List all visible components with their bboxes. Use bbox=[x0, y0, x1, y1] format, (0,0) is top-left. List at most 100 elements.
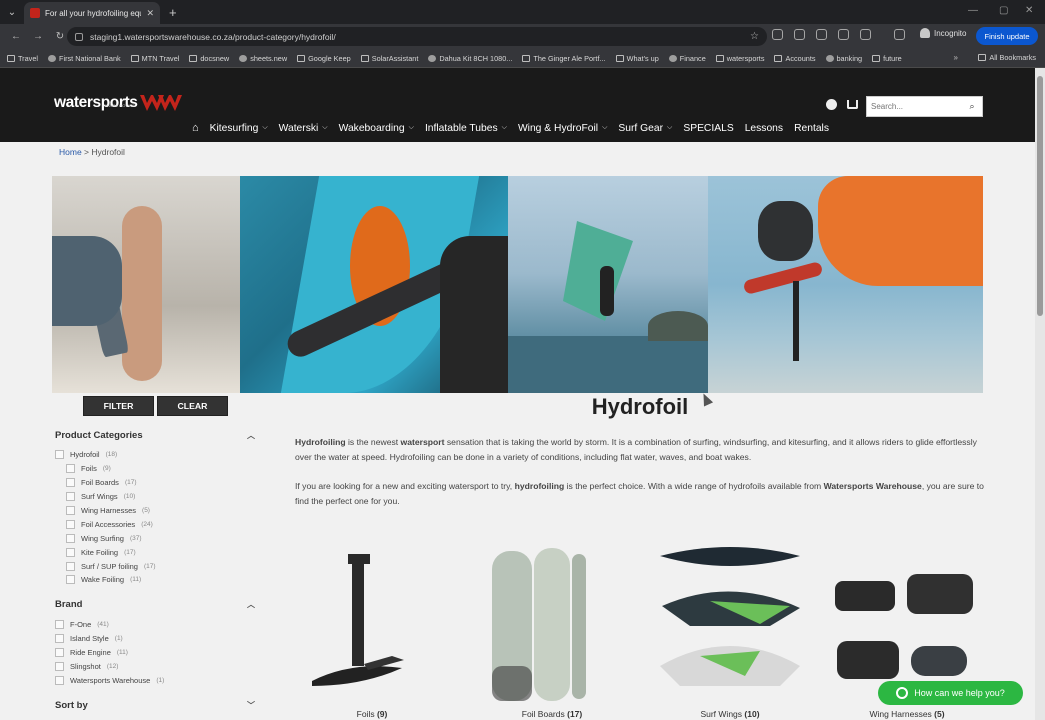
nav-item-specials[interactable]: SPECIALS bbox=[683, 123, 733, 134]
checkbox[interactable] bbox=[66, 575, 75, 585]
checkbox[interactable] bbox=[55, 450, 64, 460]
chevron-up-icon[interactable]: ︿ bbox=[247, 430, 255, 441]
nav-item-surf-gear[interactable]: Surf Gear ⌵ bbox=[618, 123, 672, 134]
maximize-icon[interactable]: ▢ bbox=[999, 5, 1008, 16]
minimize-icon[interactable]: — bbox=[968, 5, 978, 16]
filter-checkbox-row[interactable]: Wing Harnesses (5) bbox=[55, 504, 255, 518]
nav-item-waterski[interactable]: Waterski ⌵ bbox=[279, 123, 328, 134]
bookmark-item[interactable]: Travel bbox=[7, 54, 38, 63]
bookmark-item[interactable]: The Ginger Ale Portf... bbox=[522, 54, 606, 63]
product-category-label[interactable]: Foil Boards (17) bbox=[472, 709, 632, 719]
bookmark-item[interactable]: Dahua Kit 8CH 1080... bbox=[428, 54, 512, 63]
search-icon[interactable]: ⌕ bbox=[963, 97, 981, 116]
product-category-card[interactable]: Foils (9) bbox=[292, 546, 452, 720]
product-category-card[interactable]: Surf Wings (10) bbox=[650, 546, 810, 720]
product-category-card[interactable]: Foil Boards (17) bbox=[472, 546, 632, 720]
forward-icon[interactable]: → bbox=[27, 31, 49, 42]
clear-button[interactable]: CLEAR bbox=[157, 396, 228, 416]
bookmark-item[interactable]: MTN Travel bbox=[130, 54, 179, 63]
filter-checkbox-row[interactable]: Foil Boards (17) bbox=[55, 476, 255, 490]
filter-checkbox-row[interactable]: Watersports Warehouse (1) bbox=[55, 673, 255, 687]
nav-item-rentals[interactable]: Rentals bbox=[794, 123, 829, 134]
filter-checkbox-row[interactable]: Foil Accessories (24) bbox=[55, 517, 255, 531]
filter-checkbox-row[interactable]: Hydrofoil (18) bbox=[55, 448, 255, 462]
bookmark-item[interactable]: Finance bbox=[668, 54, 706, 63]
checkbox[interactable] bbox=[55, 675, 64, 685]
product-category-image[interactable] bbox=[650, 546, 810, 706]
product-category-image[interactable] bbox=[292, 546, 452, 706]
bookmark-item[interactable]: SolarAssistant bbox=[360, 54, 418, 63]
checkbox[interactable] bbox=[66, 478, 75, 488]
nav-item-wakeboarding[interactable]: Wakeboarding ⌵ bbox=[339, 123, 414, 134]
site-info-icon[interactable] bbox=[75, 32, 83, 41]
finish-update-button[interactable]: Finish update bbox=[976, 27, 1038, 45]
close-tab-icon[interactable]: ✕ bbox=[146, 8, 154, 19]
browser-tab-active[interactable]: For all your hydrofoiling equip ✕ bbox=[24, 2, 160, 24]
nav-item-inflatable-tubes[interactable]: Inflatable Tubes ⌵ bbox=[425, 123, 507, 134]
filter-checkbox-row[interactable]: F-One (41) bbox=[55, 618, 255, 632]
checkbox[interactable] bbox=[66, 519, 75, 529]
categories-header[interactable]: Product Categories ︿ bbox=[55, 428, 255, 442]
whatsapp-chat-button[interactable]: How can we help you? bbox=[878, 681, 1023, 705]
filter-checkbox-row[interactable]: Wing Surfing (37) bbox=[55, 531, 255, 545]
filter-checkbox-row[interactable]: Kite Foiling (17) bbox=[55, 545, 255, 559]
bookmark-item[interactable]: Google Keep bbox=[297, 54, 351, 63]
checkbox[interactable] bbox=[66, 547, 75, 557]
bookmark-item[interactable]: future bbox=[872, 54, 902, 63]
product-category-image[interactable] bbox=[472, 546, 632, 706]
bookmark-item[interactable]: banking bbox=[825, 54, 862, 63]
bookmark-item[interactable]: First National Bank bbox=[48, 54, 121, 63]
search-input[interactable] bbox=[867, 102, 963, 111]
tab-search-icon[interactable]: ⌄ bbox=[0, 0, 24, 24]
bookmark-item[interactable]: What's up bbox=[615, 54, 659, 63]
filter-button[interactable]: FILTER bbox=[83, 396, 154, 416]
filter-checkbox-row[interactable]: Foils (9) bbox=[55, 462, 255, 476]
sort-header[interactable]: Sort by ﹀ bbox=[55, 698, 255, 712]
filter-checkbox-row[interactable]: Ride Engine (11) bbox=[55, 646, 255, 660]
filter-checkbox-row[interactable]: Slingshot (12) bbox=[55, 660, 255, 674]
extension-icon[interactable] bbox=[816, 29, 827, 40]
filter-checkbox-row[interactable]: Surf / SUP foiling (17) bbox=[55, 559, 255, 573]
checkbox[interactable] bbox=[66, 492, 75, 502]
bookmark-star-icon[interactable]: ☆ bbox=[750, 31, 759, 42]
bookmark-item[interactable]: watersports bbox=[715, 54, 764, 63]
all-bookmarks-button[interactable]: All Bookmarks bbox=[978, 53, 1036, 62]
extension-icon[interactable] bbox=[772, 29, 783, 40]
page-scrollbar[interactable] bbox=[1035, 68, 1045, 720]
home-icon[interactable]: ⌂ bbox=[192, 122, 199, 134]
nav-item-kitesurfing[interactable]: Kitesurfing ⌵ bbox=[210, 123, 268, 134]
chevron-down-icon[interactable]: ﹀ bbox=[247, 700, 255, 711]
link-icon[interactable] bbox=[860, 29, 871, 40]
checkbox[interactable] bbox=[55, 634, 64, 644]
nav-item-lessons[interactable]: Lessons bbox=[745, 123, 783, 134]
address-bar[interactable]: staging1.watersportswarehouse.co.za/prod… bbox=[67, 27, 767, 46]
checkbox[interactable] bbox=[55, 620, 64, 630]
nav-item-wing-hydrofoil[interactable]: Wing & HydroFoil ⌵ bbox=[518, 123, 607, 134]
scrollbar-thumb[interactable] bbox=[1037, 76, 1043, 316]
checkbox[interactable] bbox=[55, 662, 64, 672]
checkbox[interactable] bbox=[66, 506, 75, 515]
filter-checkbox-row[interactable]: Surf Wings (10) bbox=[55, 490, 255, 504]
checkbox[interactable] bbox=[66, 561, 75, 571]
window-close-icon[interactable]: ✕ bbox=[1025, 5, 1033, 16]
product-category-label[interactable]: Foils (9) bbox=[292, 709, 452, 719]
brand-header[interactable]: Brand ︿ bbox=[55, 598, 255, 612]
breadcrumb-home-link[interactable]: Home bbox=[59, 147, 82, 157]
extension-icon[interactable] bbox=[838, 29, 849, 40]
checkbox[interactable] bbox=[55, 648, 64, 658]
chevron-up-icon[interactable]: ︿ bbox=[247, 599, 255, 610]
account-icon[interactable] bbox=[826, 99, 837, 110]
bookmark-item[interactable]: Accounts bbox=[774, 54, 816, 63]
url-text[interactable]: staging1.watersportswarehouse.co.za/prod… bbox=[90, 32, 743, 42]
download-icon[interactable] bbox=[894, 29, 905, 40]
product-category-label[interactable]: Surf Wings (10) bbox=[650, 709, 810, 719]
bookmark-item[interactable]: sheets.new bbox=[239, 54, 287, 63]
incognito-indicator[interactable]: Incognito bbox=[920, 28, 966, 38]
filter-checkbox-row[interactable]: Island Style (1) bbox=[55, 632, 255, 646]
cart-icon[interactable] bbox=[847, 100, 858, 109]
extension-icon[interactable] bbox=[794, 29, 805, 40]
back-icon[interactable]: ← bbox=[5, 31, 27, 42]
checkbox[interactable] bbox=[66, 533, 75, 543]
bookmark-item[interactable]: docsnew bbox=[189, 54, 229, 63]
filter-checkbox-row[interactable]: Wake Foiling (11) bbox=[55, 573, 255, 587]
